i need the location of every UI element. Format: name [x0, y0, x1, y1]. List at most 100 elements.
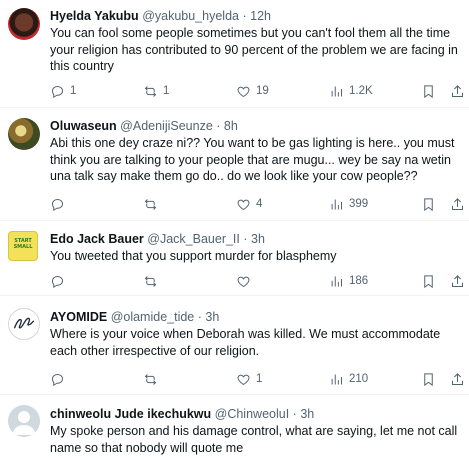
views-chart-icon [331, 374, 342, 384]
like-count: 4 [256, 198, 263, 210]
tweet-text: You can fool some people sometimes but y… [50, 26, 458, 73]
tweet-text: You tweeted that you support murder for … [50, 249, 337, 263]
separator: · [243, 232, 248, 246]
bookmark-button[interactable] [421, 370, 436, 388]
view-count: 399 [349, 198, 369, 210]
share-icon [452, 274, 463, 287]
timestamp[interactable]: 3h [251, 232, 265, 246]
share-button[interactable] [450, 195, 465, 213]
tweet-item[interactable]: START SMALL Edo Jack Bauer @Jack_Bauer_I… [0, 221, 469, 296]
action-bar: 1 210 [50, 370, 463, 388]
separator: · [292, 407, 297, 421]
like-button[interactable] [236, 272, 256, 290]
reply-button[interactable] [50, 272, 70, 290]
views-button[interactable]: 210 [329, 370, 368, 388]
like-count: 1 [256, 373, 263, 385]
bookmark-icon [424, 197, 433, 211]
author-handle[interactable]: @ChinweoluI [215, 407, 290, 421]
views-button[interactable]: 399 [329, 195, 368, 213]
retweet-button[interactable] [143, 272, 163, 290]
bookmark-button[interactable] [421, 272, 436, 290]
views-button[interactable]: 186 [329, 272, 368, 290]
reply-icon [51, 275, 64, 288]
reply-button[interactable]: 1 [50, 82, 76, 100]
like-button[interactable]: 4 [236, 195, 262, 213]
separator: · [216, 119, 221, 133]
default-avatar-icon [12, 411, 36, 435]
views-button[interactable]: 1.2K [329, 82, 373, 100]
heart-icon [237, 199, 250, 210]
share-button[interactable] [450, 370, 465, 388]
reply-button[interactable] [50, 370, 70, 388]
view-count: 210 [349, 373, 369, 385]
user-avatar[interactable]: START SMALL [8, 231, 38, 261]
reply-icon [51, 198, 64, 211]
tweet-text: Abi this one dey craze ni?? You want to … [50, 136, 455, 183]
tweet-content: Oluwaseun @AdenijiSeunze · 8h Abi this o… [50, 118, 459, 185]
bookmark-icon [424, 84, 433, 98]
author-name[interactable]: AYOMIDE [50, 310, 107, 324]
tweet-header: chinweolu Jude ikechukwu @ChinweoluI · 3… [50, 406, 459, 422]
share-button[interactable] [450, 82, 465, 100]
author-handle[interactable]: @olamide_tide [111, 310, 195, 324]
like-button[interactable]: 1 [236, 370, 262, 388]
retweet-icon [144, 85, 157, 97]
reply-icon [51, 85, 64, 98]
share-icon [452, 197, 463, 210]
timestamp[interactable]: 3h [205, 310, 219, 324]
author-handle[interactable]: @Jack_Bauer_II [147, 232, 240, 246]
separator: · [197, 310, 202, 324]
user-avatar[interactable] [8, 8, 40, 40]
share-button[interactable] [450, 272, 465, 290]
tweet-item[interactable]: Hyelda Yakubu @yakubu_hyelda · 12h You c… [0, 0, 469, 108]
author-name[interactable]: Edo Jack Bauer [50, 232, 144, 246]
bookmark-button[interactable] [421, 82, 436, 100]
like-button[interactable]: 19 [236, 82, 269, 100]
share-icon [452, 372, 463, 385]
tweet-header: AYOMIDE @olamide_tide · 3h [50, 309, 459, 325]
author-name[interactable]: Hyelda Yakubu [50, 9, 139, 23]
retweet-icon [144, 275, 157, 287]
user-avatar[interactable] [8, 405, 40, 437]
tweet-text: My spoke person and his damage control, … [50, 424, 458, 455]
author-name[interactable]: chinweolu Jude ikechukwu [50, 407, 211, 421]
retweet-button[interactable] [143, 195, 163, 213]
tweet-item[interactable]: Oluwaseun @AdenijiSeunze · 8h Abi this o… [0, 108, 469, 221]
reply-icon [51, 373, 64, 386]
retweet-button[interactable]: 1 [143, 82, 169, 100]
tweet-item[interactable]: chinweolu Jude ikechukwu @ChinweoluI · 3… [0, 395, 469, 460]
user-avatar[interactable] [8, 308, 40, 340]
author-handle[interactable]: @AdenijiSeunze [120, 119, 213, 133]
tweet-content: Edo Jack Bauer @Jack_Bauer_II · 3h You t… [50, 231, 459, 265]
views-chart-icon [331, 276, 342, 286]
view-count: 1.2K [349, 85, 373, 97]
tweet-header: Edo Jack Bauer @Jack_Bauer_II · 3h [50, 231, 459, 247]
action-bar: 1 1 19 1.2K [50, 82, 463, 100]
tweet-header: Hyelda Yakubu @yakubu_hyelda · 12h [50, 8, 459, 24]
action-bar: 186 [50, 272, 463, 290]
reply-feed: Hyelda Yakubu @yakubu_hyelda · 12h You c… [0, 0, 469, 460]
retweet-button[interactable] [143, 370, 163, 388]
separator: · [242, 9, 247, 23]
heart-icon [237, 374, 250, 385]
like-count: 19 [256, 85, 269, 97]
bookmark-button[interactable] [421, 195, 436, 213]
bookmark-icon [424, 274, 433, 288]
tweet-text: Where is your voice when Deborah was kil… [50, 327, 441, 358]
reply-button[interactable] [50, 195, 70, 213]
tweet-item[interactable]: AYOMIDE @olamide_tide · 3h Where is your… [0, 296, 469, 395]
user-avatar[interactable] [8, 118, 40, 150]
timestamp[interactable]: 8h [224, 119, 238, 133]
bookmark-icon [424, 372, 433, 386]
tweet-content: chinweolu Jude ikechukwu @ChinweoluI · 3… [50, 406, 459, 456]
retweet-count: 1 [163, 85, 170, 97]
author-handle[interactable]: @yakubu_hyelda [142, 9, 239, 23]
timestamp[interactable]: 12h [250, 9, 271, 23]
retweet-icon [144, 373, 157, 385]
heart-icon [237, 276, 250, 287]
author-name[interactable]: Oluwaseun [50, 119, 117, 133]
action-bar: 4 399 [50, 195, 463, 213]
timestamp[interactable]: 3h [300, 407, 314, 421]
retweet-icon [144, 198, 157, 210]
signature-logo-icon [13, 317, 35, 329]
